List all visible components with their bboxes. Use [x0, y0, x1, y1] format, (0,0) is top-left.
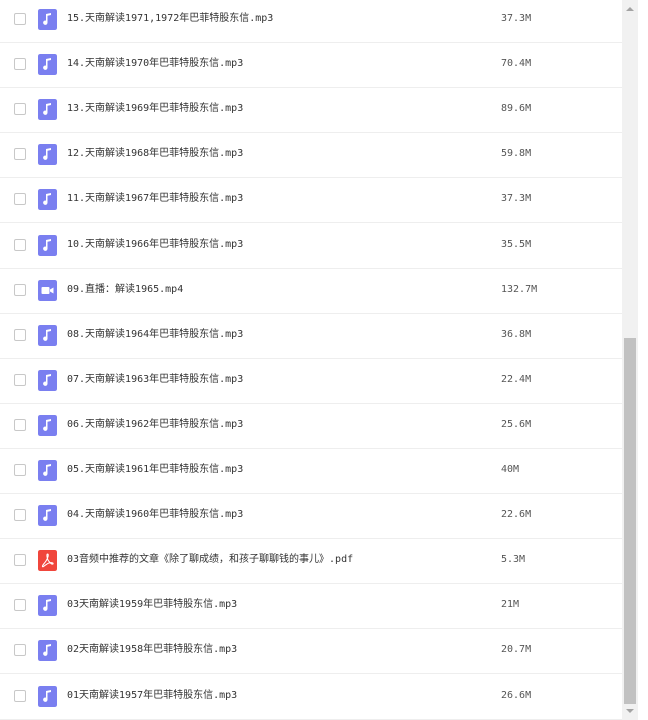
music-note-icon: [38, 9, 57, 30]
file-row[interactable]: 13.天南解读1969年巴菲特股东信.mp3 89.6M: [0, 88, 622, 134]
file-checkbox[interactable]: [14, 238, 26, 251]
music-note-icon: [38, 595, 57, 617]
file-row[interactable]: 07.天南解读1963年巴菲特股东信.mp3 22.4M: [0, 359, 622, 404]
file-name[interactable]: 12.天南解读1968年巴菲特股东信.mp3: [67, 146, 243, 162]
file-name[interactable]: 09.直播：解读1965.mp4: [67, 282, 183, 298]
file-size: 22.4M: [501, 373, 532, 385]
music-note-icon: [38, 189, 57, 211]
music-note-icon: [38, 99, 57, 121]
file-size: 37.3M: [501, 13, 532, 24]
file-name[interactable]: 03音频中推荐的文章《除了聊成绩，和孩子聊聊钱的事儿》.pdf: [67, 552, 353, 568]
scroll-down-arrow-icon[interactable]: [622, 706, 638, 716]
file-checkbox[interactable]: [14, 373, 26, 386]
file-row[interactable]: 01天南解读1957年巴菲特股东信.mp3 26.6M: [0, 675, 622, 720]
file-name[interactable]: 03天南解读1959年巴菲特股东信.mp3: [67, 597, 237, 613]
file-checkbox[interactable]: [14, 464, 26, 476]
file-list: 15.天南解读1971,1972年巴菲特股东信.mp3 37.3M 14.天南解读1…: [0, 0, 622, 720]
file-name[interactable]: 04.天南解读1960年巴菲特股东信.mp3: [67, 507, 243, 523]
video-camera-icon: [38, 279, 57, 301]
file-checkbox[interactable]: [14, 418, 26, 431]
file-name[interactable]: 10.天南解读1966年巴菲特股东信.mp3: [67, 237, 243, 253]
file-name[interactable]: 06.天南解读1962年巴菲特股东信.mp3: [67, 417, 243, 433]
file-name[interactable]: 13.天南解读1969年巴菲特股东信.mp3: [67, 101, 243, 117]
file-checkbox[interactable]: [14, 509, 26, 522]
file-size: 40M: [501, 464, 520, 475]
music-note-icon: [38, 414, 57, 436]
file-size: 26.6M: [501, 689, 532, 701]
file-checkbox[interactable]: [14, 328, 26, 341]
file-row[interactable]: 14.天南解读1970年巴菲特股东信.mp3 70.4M: [0, 43, 622, 89]
file-checkbox[interactable]: [14, 13, 26, 25]
file-size: 20.7M: [501, 644, 532, 656]
file-row[interactable]: 04.天南解读1960年巴菲特股东信.mp3 22.6M: [0, 494, 622, 540]
file-checkbox[interactable]: [14, 599, 26, 612]
file-checkbox[interactable]: [14, 148, 26, 161]
file-size: 132.7M: [501, 283, 538, 295]
music-note-icon: [38, 144, 57, 166]
music-note-icon: [38, 234, 57, 256]
file-size: 35.5M: [501, 238, 532, 250]
file-row[interactable]: 11.天南解读1967年巴菲特股东信.mp3 37.3M: [0, 178, 622, 224]
music-note-icon: [38, 505, 57, 527]
file-size: 5.3M: [501, 554, 526, 566]
file-row[interactable]: 03音频中推荐的文章《除了聊成绩，和孩子聊聊钱的事儿》.pdf 5.3M: [0, 539, 622, 585]
file-name[interactable]: 07.天南解读1963年巴菲特股东信.mp3: [67, 372, 243, 388]
file-size: 89.6M: [501, 103, 532, 115]
file-name[interactable]: 08.天南解读1964年巴菲特股东信.mp3: [67, 327, 243, 343]
music-note-icon: [38, 640, 57, 662]
file-row[interactable]: 06.天南解读1962年巴菲特股东信.mp3 25.6M: [0, 404, 622, 449]
music-note-icon: [38, 460, 57, 481]
file-row[interactable]: 12.天南解读1968年巴菲特股东信.mp3 59.8M: [0, 133, 622, 179]
music-note-icon: [38, 369, 57, 391]
file-size: 59.8M: [501, 148, 532, 160]
scroll-up-arrow-icon[interactable]: [622, 4, 638, 14]
file-row[interactable]: 10.天南解读1966年巴菲特股东信.mp3 35.5M: [0, 224, 622, 269]
file-checkbox[interactable]: [14, 58, 26, 71]
file-row[interactable]: 09.直播：解读1965.mp4 132.7M: [0, 269, 622, 314]
file-checkbox[interactable]: [14, 644, 26, 657]
file-checkbox[interactable]: [14, 689, 26, 702]
file-checkbox[interactable]: [14, 554, 26, 567]
file-size: 25.6M: [501, 418, 532, 430]
file-name[interactable]: 15.天南解读1971,1972年巴菲特股东信.mp3: [67, 11, 273, 27]
vertical-scrollbar[interactable]: [622, 0, 638, 720]
file-row[interactable]: 03天南解读1959年巴菲特股东信.mp3 21M: [0, 584, 622, 630]
file-name[interactable]: 01天南解读1957年巴菲特股东信.mp3: [67, 688, 237, 704]
right-gutter: [638, 0, 648, 720]
file-size: 37.3M: [501, 193, 532, 205]
file-row[interactable]: 15.天南解读1971,1972年巴菲特股东信.mp3 37.3M: [0, 0, 622, 43]
music-note-icon: [38, 685, 57, 707]
file-size: 70.4M: [501, 58, 532, 70]
file-size: 21M: [501, 599, 520, 611]
file-checkbox[interactable]: [14, 193, 26, 206]
file-size: 22.6M: [501, 509, 532, 521]
file-checkbox[interactable]: [14, 103, 26, 116]
file-size: 36.8M: [501, 328, 532, 340]
music-note-icon: [38, 54, 57, 76]
file-row[interactable]: 08.天南解读1964年巴菲特股东信.mp3 36.8M: [0, 314, 622, 359]
scrollbar-thumb[interactable]: [624, 338, 636, 704]
file-row[interactable]: 02天南解读1958年巴菲特股东信.mp3 20.7M: [0, 629, 622, 675]
file-name[interactable]: 14.天南解读1970年巴菲特股东信.mp3: [67, 56, 243, 72]
file-name[interactable]: 05.天南解读1961年巴菲特股东信.mp3: [67, 462, 243, 478]
pdf-icon: [38, 550, 57, 572]
file-checkbox[interactable]: [14, 283, 26, 296]
file-name[interactable]: 02天南解读1958年巴菲特股东信.mp3: [67, 642, 237, 658]
file-name[interactable]: 11.天南解读1967年巴菲特股东信.mp3: [67, 191, 243, 207]
music-note-icon: [38, 324, 57, 346]
file-row[interactable]: 05.天南解读1961年巴菲特股东信.mp3 40M: [0, 449, 622, 494]
